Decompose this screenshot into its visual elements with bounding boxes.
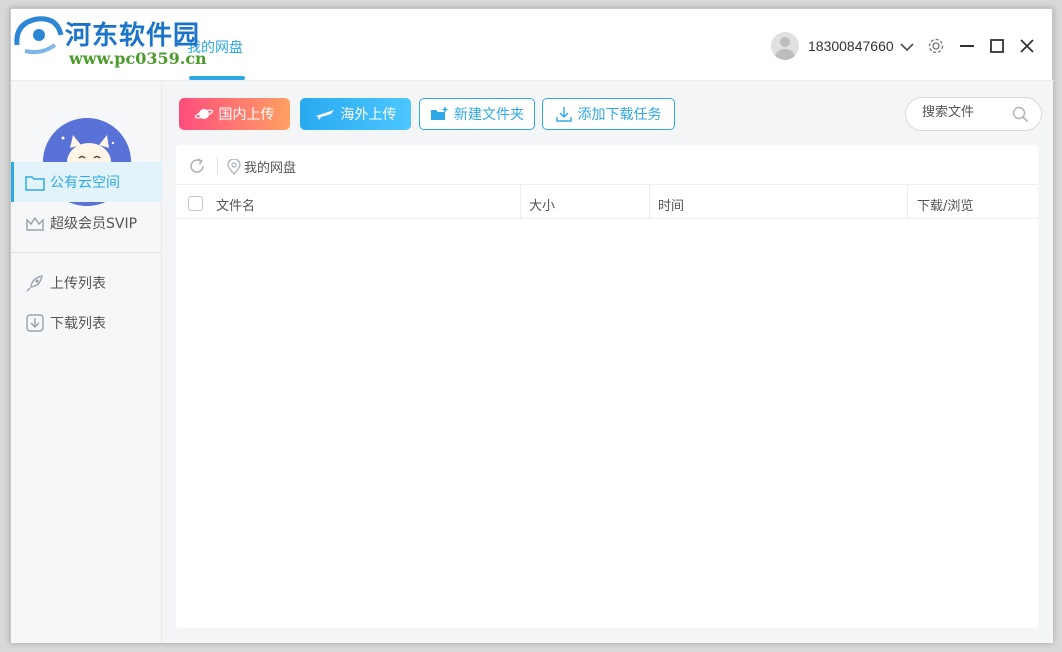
domestic-upload-label: 国内上传 <box>218 107 275 123</box>
select-all-checkbox[interactable] <box>188 196 203 211</box>
download-box-icon <box>25 313 45 333</box>
main-content: 国内上传 海外上传 新建文件夹 添加下载任务 搜索文件 我的网盘 文件名 大小 … <box>162 81 1053 643</box>
search-icon[interactable] <box>1012 106 1029 127</box>
rocket-icon <box>25 273 45 293</box>
overseas-upload-button[interactable]: 海外上传 <box>300 98 411 130</box>
file-panel: 我的网盘 文件名 大小 时间 下载/浏览 <box>176 145 1038 628</box>
breadcrumb-divider <box>217 157 218 175</box>
sidebar-item-download-list[interactable]: 下载列表 <box>11 303 162 343</box>
sidebar-item-svip[interactable]: 超级会员SVIP <box>11 203 162 243</box>
table-header: 文件名 大小 时间 下载/浏览 <box>176 185 1038 219</box>
minimize-icon[interactable] <box>959 38 975 58</box>
sidebar-divider <box>11 252 162 253</box>
domestic-upload-button[interactable]: 国内上传 <box>179 98 290 130</box>
crown-icon <box>25 213 45 233</box>
column-header-download-browse[interactable]: 下载/浏览 <box>917 195 973 214</box>
sidebar-item-label: 上传列表 <box>50 276 106 292</box>
new-folder-icon <box>430 107 448 121</box>
window-controls <box>927 37 1049 59</box>
watermark-url: www.pc0359.cn <box>69 49 207 68</box>
breadcrumb-item-my-disk[interactable]: 我的网盘 <box>244 157 296 176</box>
app-window: 我的网盘 18300847660 公有云空间 超级会员SVIP 上传列表 下载列… <box>10 8 1054 643</box>
breadcrumb: 我的网盘 <box>227 157 296 176</box>
sidebar: 公有云空间 超级会员SVIP 上传列表 下载列表 <box>11 81 162 643</box>
refresh-icon[interactable] <box>188 157 206 179</box>
planet-icon <box>194 107 213 121</box>
maximize-icon[interactable] <box>989 38 1005 58</box>
search-box[interactable] <box>905 97 1042 131</box>
column-divider <box>649 185 650 218</box>
search-input[interactable] <box>922 105 1012 120</box>
new-folder-button[interactable]: 新建文件夹 <box>419 98 535 130</box>
avatar <box>771 32 799 60</box>
breadcrumb-bar: 我的网盘 <box>176 145 1038 185</box>
column-header-size[interactable]: 大小 <box>529 195 555 214</box>
sidebar-item-upload-list[interactable]: 上传列表 <box>11 263 162 303</box>
close-icon[interactable] <box>1019 38 1035 58</box>
user-menu[interactable]: 18300847660 <box>771 32 914 60</box>
username: 18300847660 <box>808 38 894 54</box>
sidebar-item-label: 超级会员SVIP <box>50 216 138 232</box>
chevron-down-icon <box>900 37 914 56</box>
folder-icon <box>25 172 45 192</box>
column-divider <box>520 185 521 218</box>
overseas-upload-label: 海外上传 <box>340 107 397 123</box>
sidebar-item-public-cloud[interactable]: 公有云空间 <box>11 162 162 202</box>
sidebar-item-label: 下载列表 <box>50 316 106 332</box>
column-header-filename[interactable]: 文件名 <box>216 195 255 214</box>
watermark-title: 河东软件园 <box>65 21 201 51</box>
watermark-logo-icon <box>11 11 67 65</box>
column-header-time[interactable]: 时间 <box>658 195 684 214</box>
airplane-icon <box>315 107 335 121</box>
watermark: 河东软件园 www.pc0359.cn <box>11 9 221 79</box>
new-folder-label: 新建文件夹 <box>454 107 524 123</box>
add-download-task-label: 添加下载任务 <box>577 107 662 123</box>
gear-icon[interactable] <box>927 37 945 59</box>
location-pin-icon <box>227 158 241 175</box>
column-divider <box>907 185 908 218</box>
sidebar-item-label: 公有云空间 <box>50 175 120 191</box>
download-icon <box>555 106 572 122</box>
add-download-task-button[interactable]: 添加下载任务 <box>542 98 675 130</box>
